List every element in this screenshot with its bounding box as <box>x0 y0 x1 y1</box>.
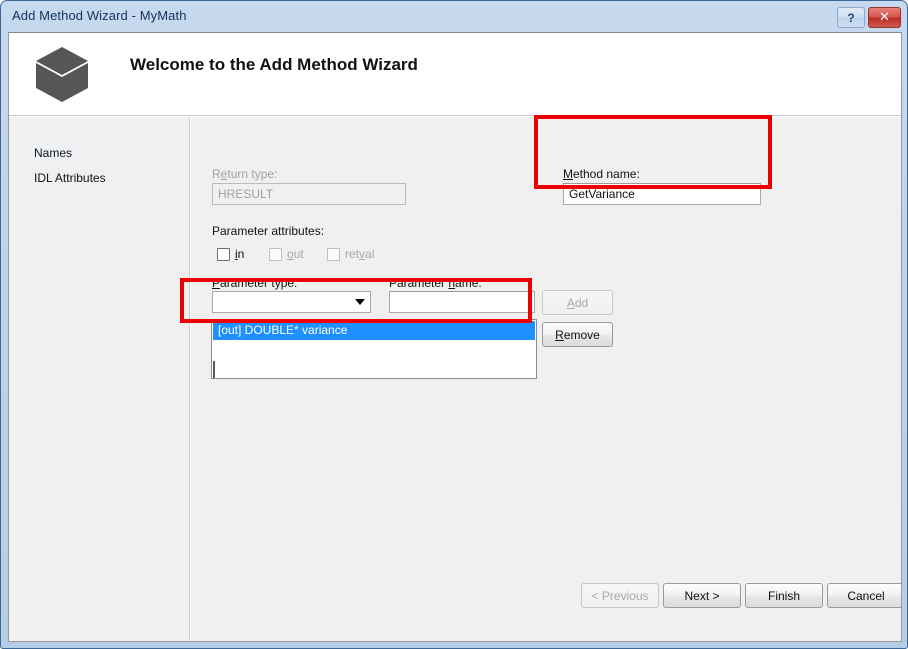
checkbox-in-text: n <box>237 247 245 261</box>
remove-button-text: emove <box>563 327 600 342</box>
list-caret <box>213 361 215 378</box>
add-button-text: dd <box>574 295 589 310</box>
footer-button-bar: < Previous Next > Finish Cancel <box>191 581 901 629</box>
remove-button-accel: R <box>555 327 564 342</box>
checkbox-out-label: out <box>287 247 304 261</box>
checkbox-retval-text: al <box>365 247 375 261</box>
sidebar-item-label: IDL Attributes <box>34 171 106 185</box>
previous-button-label: < Previous <box>591 588 649 603</box>
return-type-label-pre: R <box>212 167 221 181</box>
checkbox-out-box <box>269 247 282 261</box>
return-type-field: HRESULT <box>212 183 406 205</box>
parameter-list[interactable]: [out] DOUBLE* variance <box>211 319 537 379</box>
checkbox-in[interactable]: in <box>217 247 244 261</box>
parameter-type-label-post: arameter type: <box>220 276 298 290</box>
parameter-type-label: Parameter type: <box>212 276 297 290</box>
add-button-accel: A <box>566 295 575 310</box>
sidebar-item-names[interactable]: Names <box>32 145 76 162</box>
help-icon-glyph: ? <box>847 10 855 25</box>
next-button-label: Next > <box>684 588 720 603</box>
method-name-value: GetVariance <box>569 187 635 201</box>
method-name-label-post: ethod name: <box>573 167 640 181</box>
checkbox-retval-box <box>327 247 340 261</box>
parameter-name-label: Parameter name: <box>389 276 482 290</box>
cancel-button-label: Cancel <box>847 588 885 603</box>
list-item-label: [out] DOUBLE* variance <box>218 323 348 337</box>
parameter-name-label-pre: Parameter <box>389 276 449 290</box>
previous-button: < Previous <box>581 583 659 608</box>
checkbox-retval: retval <box>327 247 374 261</box>
parameter-name-label-post: ame: <box>455 276 482 290</box>
title-bar: Add Method Wizard - MyMath ? ✕ <box>2 2 908 31</box>
method-name-label-accel: M <box>563 167 573 181</box>
wizard-banner: Welcome to the Add Method Wizard <box>9 33 901 116</box>
close-icon-glyph: ✕ <box>879 10 890 25</box>
sidebar-item-idl-attributes[interactable]: IDL Attributes <box>32 170 109 187</box>
help-icon[interactable]: ? <box>837 7 865 28</box>
cube-icon <box>36 47 88 102</box>
checkbox-out-text: ut <box>293 247 304 261</box>
chevron-down-icon[interactable] <box>355 299 365 305</box>
return-type-value: HRESULT <box>218 187 274 201</box>
checkbox-in-label: in <box>235 247 244 261</box>
window-title: Add Method Wizard - MyMath <box>12 8 187 23</box>
checkbox-out-accel: o <box>287 247 294 261</box>
remove-button[interactable]: Remove <box>542 322 613 347</box>
next-button[interactable]: Next > <box>663 583 741 608</box>
wizard-client-area: Welcome to the Add Method Wizard Names I… <box>8 32 902 642</box>
return-type-label: Return type: <box>212 167 277 181</box>
wizard-window: Add Method Wizard - MyMath ? ✕ Welcome t… <box>0 0 908 649</box>
close-icon[interactable]: ✕ <box>868 7 901 28</box>
sidebar-item-label: Names <box>34 146 73 160</box>
checkbox-retval-label: retval <box>345 247 374 261</box>
page-title: Welcome to the Add Method Wizard <box>130 55 418 74</box>
method-name-input[interactable]: GetVariance <box>563 183 761 205</box>
parameter-type-label-accel: P <box>212 276 221 290</box>
checkbox-in-box[interactable] <box>217 247 230 261</box>
list-item[interactable]: [out] DOUBLE* variance <box>213 321 535 340</box>
remove-button-label: Remove <box>555 328 600 342</box>
checkbox-out: out <box>269 247 304 261</box>
finish-button-label: Finish <box>767 588 800 603</box>
return-type-label-post: turn type: <box>227 167 278 181</box>
cancel-button[interactable]: Cancel <box>827 583 901 608</box>
wizard-sidebar: Names IDL Attributes <box>9 117 190 641</box>
parameter-attributes-label: Parameter attributes: <box>212 224 325 238</box>
parameter-name-input[interactable] <box>389 291 535 313</box>
add-button: Add <box>542 290 613 315</box>
add-button-label: Add <box>567 296 588 310</box>
parameter-type-combo[interactable] <box>212 291 371 313</box>
method-name-label: Method name: <box>563 167 640 181</box>
wizard-main-panel: Return type: HRESULT Method name: GetVar… <box>191 117 901 641</box>
checkbox-retval-pre: ret <box>345 247 360 261</box>
finish-button[interactable]: Finish <box>745 583 823 608</box>
